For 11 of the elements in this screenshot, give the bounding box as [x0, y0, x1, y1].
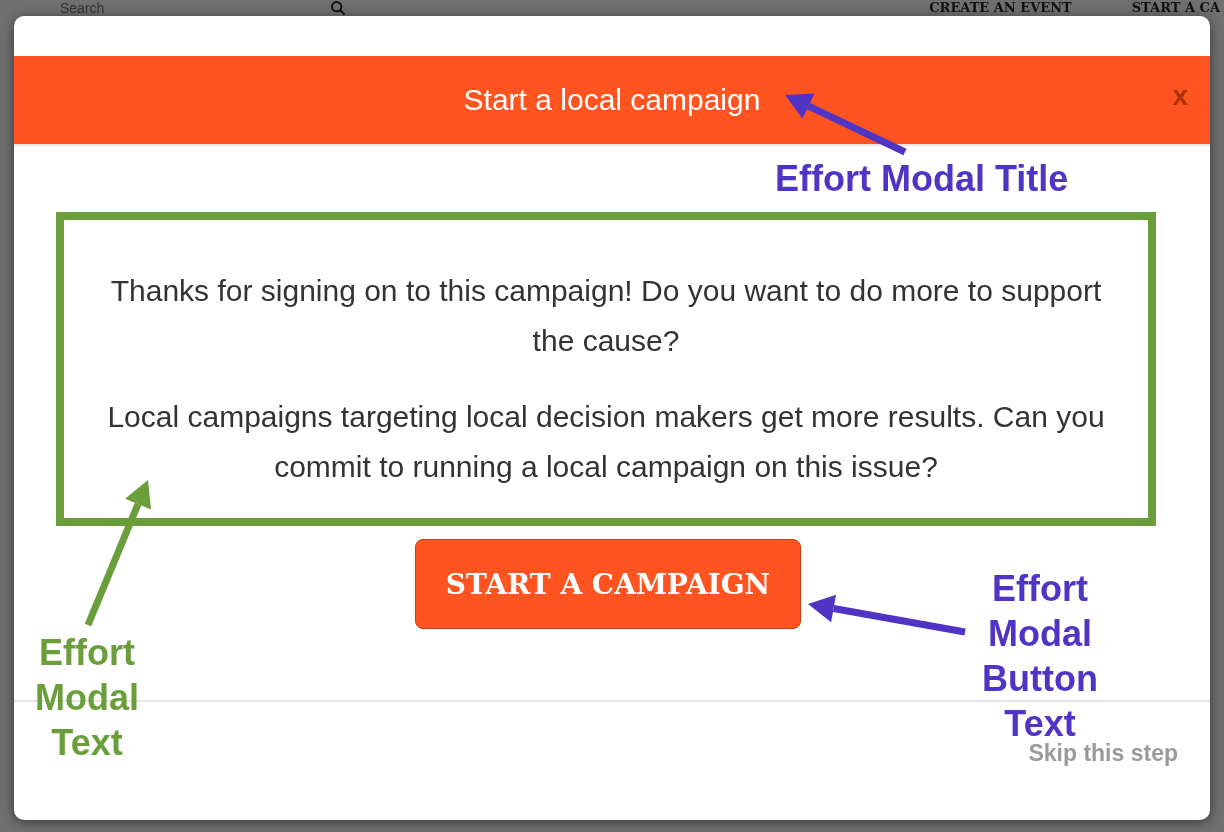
search-placeholder[interactable]: Search [60, 0, 330, 16]
modal-title: Start a local campaign [463, 83, 761, 117]
modal-text: Thanks for signing on to this campaign! Do you want to do more to support the cause? [109, 273, 1103, 359]
close-button[interactable]: x [1172, 80, 1188, 112]
annotation-label: Effort Modal Text [34, 631, 140, 765]
nav-link[interactable]: START A CA [1131, 0, 1220, 16]
modal-text: Local campaigns targeting local decision makers get more results. Can you commit to running a local campaign on this issue? [106, 399, 1106, 485]
annotation-label: Effort Modal Title [775, 157, 1069, 201]
nav-link[interactable]: CREATE AN EVENT [929, 0, 1072, 16]
search-icon[interactable] [330, 0, 346, 16]
start-campaign-button[interactable]: START A CAMPAIGN [415, 539, 801, 629]
